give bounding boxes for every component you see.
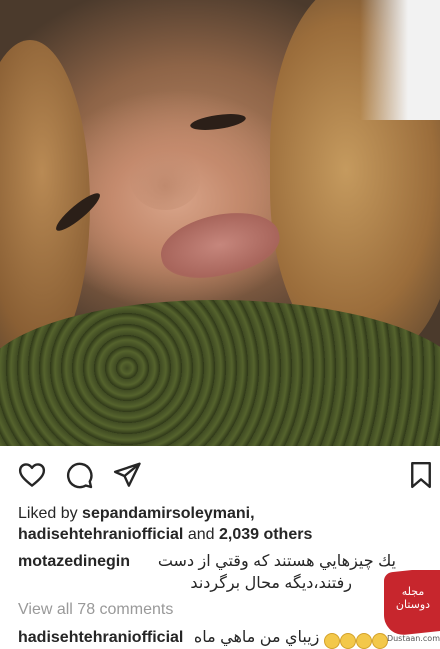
- liked-by-line-2: hadisehtehraniofficial and 2,039 others: [18, 525, 312, 545]
- watermark-label: مجله دوستان: [395, 586, 431, 611]
- post-action-bar: [0, 446, 440, 502]
- liked-by-user[interactable]: sepandamirsoleymani,: [82, 505, 255, 522]
- comment-username[interactable]: motazedinegin: [18, 553, 130, 570]
- liked-by-prefix: Liked by: [18, 505, 83, 522]
- photo-scarf: [0, 300, 440, 446]
- watermark-site: Dustaan.com: [386, 634, 440, 643]
- bookmark-icon[interactable]: [408, 460, 434, 490]
- heart-icon[interactable]: [17, 460, 47, 490]
- photo-face-eye-right: [189, 111, 247, 133]
- comment-row-1: motazedinegin يك چيزهايي هستند كه وقتي ا…: [18, 552, 408, 572]
- watermark-logo: مجله دوستان Dustaan.com: [384, 570, 440, 649]
- liked-by-and: and: [183, 526, 219, 543]
- emoji-icon: [356, 633, 372, 649]
- photo-background-wall: [360, 0, 440, 120]
- photo-face-nose: [130, 150, 200, 210]
- comment-text-line2: رفتند،ديگه محال برگردند: [190, 575, 352, 592]
- emoji-icon: [340, 633, 356, 649]
- post-photo[interactable]: [0, 0, 440, 446]
- comment-icon[interactable]: [64, 460, 94, 490]
- comment-username-2[interactable]: hadisehtehraniofficial: [18, 629, 183, 646]
- photo-face-lips: [155, 203, 285, 287]
- emoji-icon: [324, 633, 340, 649]
- liked-by-line: Liked by sepandamirsoleymani,: [18, 504, 255, 524]
- send-icon[interactable]: [112, 460, 142, 490]
- comment-row-2: hadisehtehraniofficial زيباي من ماهي ماه: [18, 628, 348, 648]
- comment-text-line1: يك چيزهايي هستند كه وقتي از دست: [157, 553, 396, 570]
- comment-text-2: زيباي من ماهي ماه: [193, 629, 320, 646]
- likes-count-link[interactable]: 2,039 others: [219, 526, 312, 543]
- view-all-comments-link[interactable]: View all 78 comments: [18, 600, 173, 620]
- liked-by-user-2[interactable]: hadisehtehraniofficial: [18, 526, 183, 543]
